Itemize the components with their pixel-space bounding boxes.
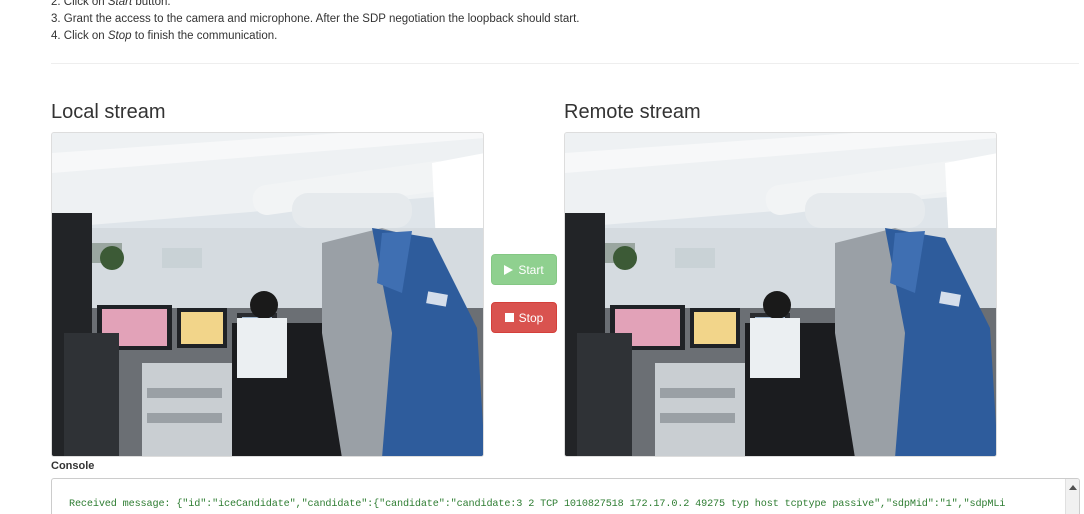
local-stream-title: Local stream — [51, 101, 166, 123]
scroll-up-icon[interactable] — [1069, 485, 1077, 490]
stop-icon — [504, 313, 514, 322]
instruction-step-4-prefix: 4. Click on — [51, 30, 108, 42]
local-video — [51, 132, 484, 457]
section-divider — [51, 63, 1079, 64]
stop-button[interactable]: Stop — [491, 302, 557, 333]
console-scrollbar[interactable] — [1065, 479, 1079, 514]
instruction-step-2-suffix: button. — [132, 0, 171, 8]
start-button-label: Start — [518, 262, 544, 277]
instruction-step-4-emphasis: Stop — [107, 30, 132, 42]
page: 2. Click on Start button. 3. Grant the a… — [0, 0, 1084, 514]
console-log[interactable]: Received message: {"id":"iceCandidate","… — [51, 478, 1080, 514]
console-line-previous — [69, 479, 1069, 486]
instructions: 2. Click on Start button. 3. Grant the a… — [51, 0, 1051, 45]
instruction-step-2-emphasis: Start — [107, 0, 133, 8]
local-video-frame-image — [52, 133, 483, 456]
remote-video — [564, 132, 997, 457]
instruction-step-4-suffix: to finish the communication. — [131, 30, 278, 42]
start-button[interactable]: Start — [491, 254, 557, 285]
instruction-step-4: 4. Click on Stop to finish the communica… — [51, 28, 1051, 45]
stop-button-label: Stop — [518, 310, 544, 325]
instruction-step-2: 2. Click on Start button. — [51, 0, 1051, 11]
console-line: Received message: {"id":"iceCandidate","… — [69, 499, 1006, 510]
play-icon — [504, 264, 514, 275]
console-label: Console — [51, 460, 95, 472]
remote-stream-title: Remote stream — [564, 101, 701, 123]
instruction-step-3: 3. Grant the access to the camera and mi… — [51, 13, 580, 25]
instruction-step-2-prefix: 2. Click on — [51, 0, 108, 8]
remote-video-frame-image — [565, 133, 996, 456]
